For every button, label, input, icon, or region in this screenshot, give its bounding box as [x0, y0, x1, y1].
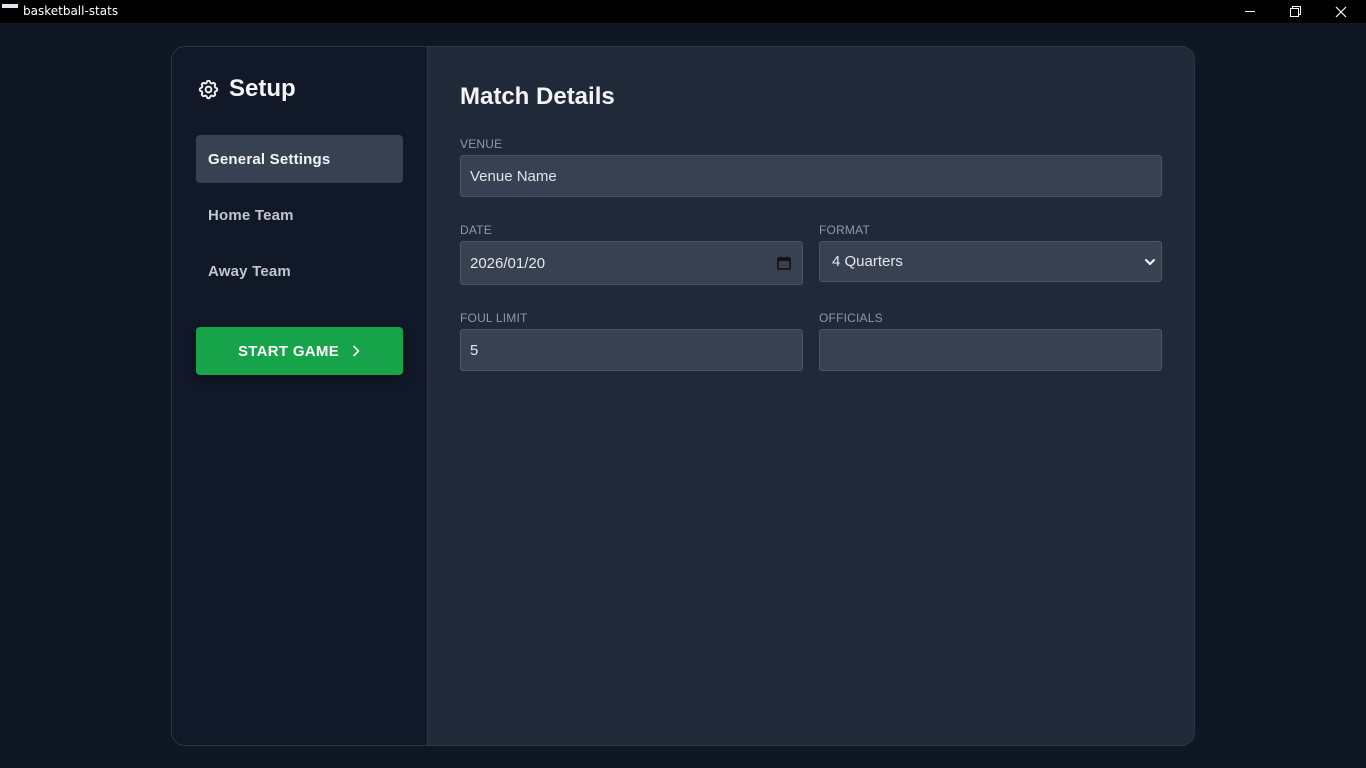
start-game-button[interactable]: START GAME: [196, 327, 403, 375]
restore-icon: [1289, 6, 1301, 17]
chevron-down-icon: [1145, 259, 1155, 265]
setup-card: Setup General Settings Home Team Away Te…: [171, 46, 1195, 746]
close-button[interactable]: [1318, 0, 1364, 23]
foul-limit-label: FOUL LIMIT: [460, 311, 528, 325]
start-game-label: START GAME: [237, 342, 340, 360]
date-input[interactable]: 2026/01/20: [460, 241, 803, 285]
foul-limit-value: 5: [470, 341, 479, 359]
sidebar: Setup General Settings Home Team Away Te…: [172, 47, 428, 745]
officials-input[interactable]: [819, 329, 1162, 371]
nav-away-team[interactable]: Away Team: [196, 247, 403, 295]
venue-input[interactable]: Venue Name: [460, 155, 1162, 197]
date-value: 2026/01/20: [470, 254, 546, 272]
format-selected: 4 Quarters: [832, 253, 903, 270]
main-panel: Match Details VENUE Venue Name DATE 2026…: [428, 47, 1194, 745]
setup-heading: Setup: [197, 75, 296, 103]
foul-limit-input[interactable]: 5: [460, 329, 803, 371]
chevron-right-icon: [351, 345, 361, 357]
nav-label: Home Team: [208, 206, 294, 224]
calendar-icon[interactable]: [777, 256, 791, 270]
minimize-button[interactable]: [1227, 0, 1273, 23]
app-icon: [2, 4, 18, 8]
date-label: DATE: [460, 223, 492, 237]
nav-label: General Settings: [208, 150, 331, 168]
page-title: Match Details: [460, 83, 615, 110]
gear-icon: [198, 79, 219, 99]
nav-home-team[interactable]: Home Team: [196, 191, 403, 239]
venue-label: VENUE: [460, 137, 503, 151]
window-title: basketball-stats: [23, 4, 119, 18]
window-titlebar: basketball-stats: [0, 0, 1366, 23]
format-select[interactable]: 4 Quarters: [819, 241, 1162, 282]
minimize-icon: [1244, 11, 1255, 12]
maximize-button[interactable]: [1272, 0, 1318, 23]
nav-label: Away Team: [208, 262, 291, 280]
format-label: FORMAT: [819, 223, 870, 237]
nav-general-settings[interactable]: General Settings: [196, 135, 403, 183]
officials-label: OFFICIALS: [819, 311, 883, 325]
venue-placeholder: Venue Name: [470, 167, 557, 185]
sidebar-title: Setup: [229, 75, 296, 102]
close-icon: [1335, 6, 1347, 17]
